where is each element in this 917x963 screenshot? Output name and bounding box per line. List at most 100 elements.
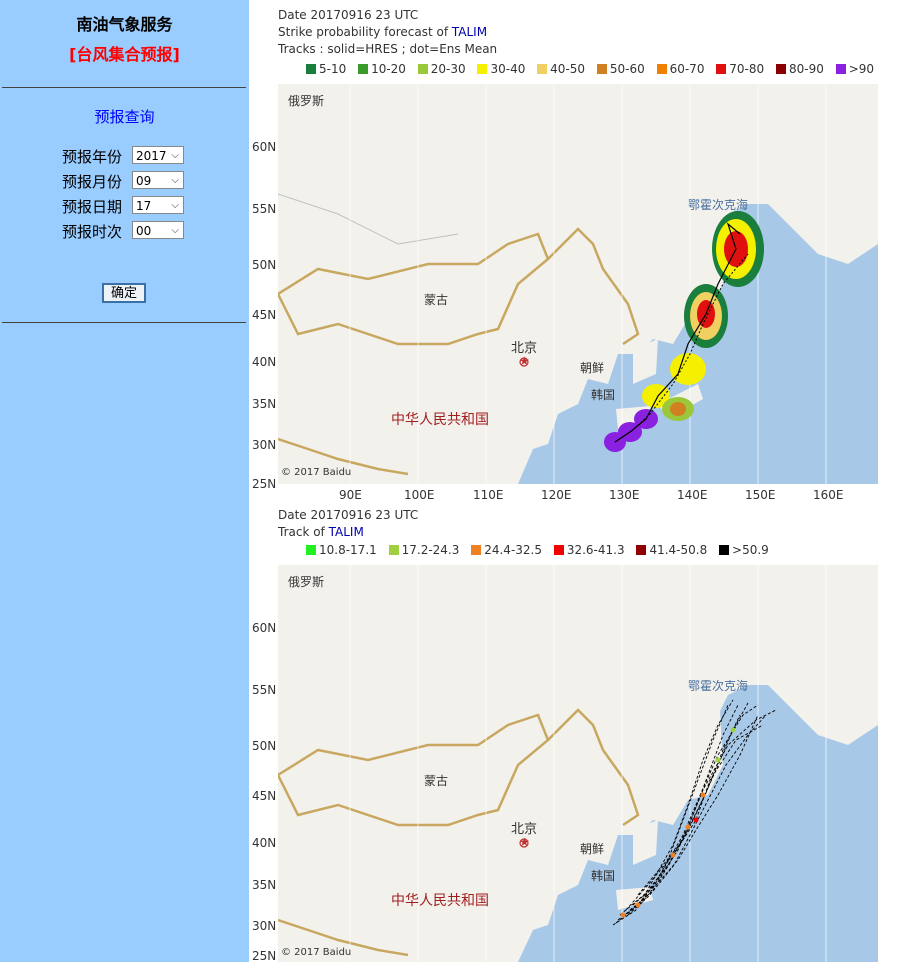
legend-swatch (636, 545, 647, 555)
lon-label: 150E (745, 488, 776, 502)
map-base (278, 565, 878, 962)
lon-label: 100E (404, 488, 435, 502)
chevron-down-icon: ⌵ (171, 225, 179, 236)
strike-probability-map[interactable]: 俄罗斯 蒙古 北京 ★ 朝鲜 韩国 中华人民共和国 鄂霍次克海 © 2017 B… (278, 84, 878, 484)
lat-label: 40N (252, 355, 277, 369)
lon-label: 160E (813, 488, 844, 502)
legend-item: 40-50 (537, 62, 585, 76)
year-select[interactable]: 2017 ⌵ (132, 146, 184, 164)
label-north-korea: 朝鲜 (580, 361, 605, 375)
query-heading: 预报查询 (94, 108, 155, 126)
lat-label: 35N (252, 878, 277, 892)
label-okhotsk-sea: 鄂霍次克海 (688, 679, 749, 693)
storm-name-link[interactable]: TALIM (329, 525, 364, 539)
legend-swatch (306, 64, 316, 74)
label-south-korea: 韩国 (591, 388, 616, 402)
lat-label: 30N (252, 438, 277, 452)
label-north-korea: 朝鲜 (580, 842, 605, 856)
legend-item: 30-40 (477, 62, 525, 76)
site-title: 南油气象服务 (76, 15, 173, 34)
legend-swatch (553, 545, 564, 555)
label-mongolia: 蒙古 (424, 293, 449, 307)
legend-swatch (656, 64, 667, 74)
legend-swatch (306, 545, 316, 555)
legend-item: 80-90 (775, 62, 824, 76)
legend-swatch (719, 545, 730, 555)
legend-swatch (358, 64, 369, 74)
lat-label: 35N (252, 397, 277, 411)
label-russia: 俄罗斯 (288, 94, 325, 108)
legend-item: 70-80 (716, 62, 764, 76)
lat-label: 55N (252, 202, 277, 216)
lon-label: 110E (473, 488, 504, 502)
legend-swatch (716, 64, 727, 74)
panel2-legend: 10.8-17.1 17.2-24.3 24.4-32.5 32.6-41.3 … (306, 543, 777, 557)
legend-item: 5-10 (306, 62, 346, 76)
legend-item: 20-30 (417, 62, 466, 76)
legend-item: 17.2-24.3 (388, 543, 459, 557)
site-subtitle: [台风集合预报] (69, 45, 180, 64)
month-label: 预报月份 (62, 173, 123, 191)
legend-item: 32.6-41.3 (553, 543, 625, 557)
legend-item: >50.9 (719, 543, 769, 557)
lat-label: 30N (252, 919, 277, 933)
label-russia: 俄罗斯 (288, 575, 325, 589)
legend-item: 41.4-50.8 (636, 543, 707, 557)
legend-item: 60-70 (656, 62, 704, 76)
panel2-date: Date 20170916 23 UTC (278, 508, 419, 522)
chevron-down-icon: ⌵ (171, 150, 179, 161)
legend-swatch (388, 545, 399, 555)
map-copyright: © 2017 Baidu (281, 947, 352, 958)
beijing-star-icon: ★ (519, 354, 530, 368)
panel1-title: Strike probability forecast of TALIM (278, 25, 488, 39)
legend-item: 10.8-17.1 (306, 543, 377, 557)
lon-label: 90E (339, 488, 362, 502)
panel1-date: Date 20170916 23 UTC (278, 8, 419, 22)
panel1-legend: 5-10 10-20 20-30 30-40 40-50 50-60 60-70… (306, 62, 882, 76)
label-china: 中华人民共和国 (391, 893, 489, 909)
lat-label: 60N (252, 140, 277, 154)
lat-label: 25N (252, 949, 277, 963)
lon-label: 140E (677, 488, 708, 502)
track-map[interactable]: 俄罗斯 蒙古 北京 ★ 朝鲜 韩国 中华人民共和国 鄂霍次克海 © 2017 B… (278, 565, 878, 962)
month-select[interactable]: 09 ⌵ (132, 171, 184, 189)
lon-label: 120E (541, 488, 572, 502)
legend-swatch (417, 64, 428, 74)
lon-label: 130E (609, 488, 640, 502)
lat-label: 60N (252, 621, 277, 635)
lat-label: 45N (252, 308, 277, 322)
label-okhotsk-sea: 鄂霍次克海 (688, 198, 749, 212)
map-copyright: © 2017 Baidu (281, 467, 352, 478)
track-panel: Date 20170916 23 UTC Track of TALIM 10.8… (250, 505, 917, 963)
lat-label: 45N (252, 789, 277, 803)
strike-probability-panel: Date 20170916 23 UTC Strike probability … (250, 0, 917, 505)
chevron-down-icon: ⌵ (171, 175, 179, 186)
hour-select[interactable]: 00 ⌵ (132, 221, 184, 239)
day-select[interactable]: 17 ⌵ (132, 196, 184, 214)
lat-label: 50N (252, 739, 277, 753)
divider (2, 87, 246, 88)
year-label: 预报年份 (62, 148, 123, 166)
legend-swatch (471, 545, 482, 555)
day-label: 预报日期 (62, 198, 123, 216)
legend-swatch (537, 64, 548, 74)
chevron-down-icon: ⌵ (171, 200, 179, 211)
panel2-title: Track of TALIM (278, 525, 364, 539)
legend-item: 24.4-32.5 (471, 543, 542, 557)
hour-label: 预报时次 (62, 223, 123, 241)
legend-item: 50-60 (596, 62, 645, 76)
storm-name-link[interactable]: TALIM (452, 25, 487, 39)
legend-swatch (775, 64, 786, 74)
sidebar: 南油气象服务 [台风集合预报] 预报查询 预报年份 2017 ⌵ 预报月份 09 ⌵… (0, 0, 249, 962)
label-mongolia: 蒙古 (424, 774, 449, 788)
panel1-tracks-note: Tracks : solid=HRES ; dot=Ens Mean (278, 42, 498, 56)
legend-swatch (477, 64, 488, 74)
map-base (278, 84, 878, 484)
legend-item: >90 (835, 62, 874, 76)
legend-item: 10-20 (358, 62, 406, 76)
lat-label: 25N (252, 477, 277, 491)
legend-swatch (835, 64, 846, 74)
submit-button[interactable]: 确定 (102, 283, 146, 303)
label-south-korea: 韩国 (591, 869, 616, 883)
legend-swatch (596, 64, 607, 74)
